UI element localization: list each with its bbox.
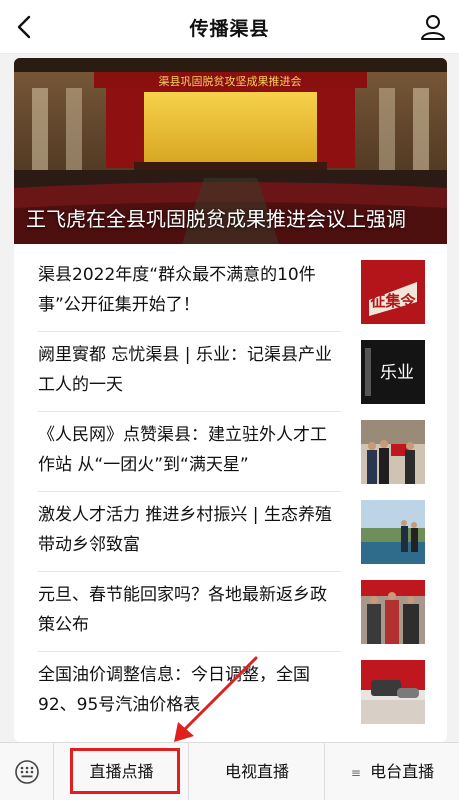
user-icon[interactable] [417,11,449,43]
tab-label: 电台直播 [370,762,435,781]
article-title: 激发人才活力 推进乡村振兴 | 生态养殖带动乡邻致富 [38,505,332,555]
page-title: 传播渠县 [189,18,270,40]
list-item[interactable]: 全国油价调整信息：今日调整，全国92、95号汽油价格表 [14,652,447,732]
article-thumbnail [361,660,425,724]
thumbnail-text: 乐业 [380,363,414,383]
article-title: 阙里賨都 忘忧渠县 | 乐业：记渠县产业工人的一天 [38,345,332,395]
hero-banner-text: 渠县巩固脱贫攻坚成果推进会 [159,74,302,88]
keyboard-toggle[interactable] [0,743,54,800]
article-thumbnail: 征集令 [361,260,425,324]
tab-radio-live[interactable]: ≡ 电台直播 [326,743,459,800]
article-title: 渠县2022年度“群众最不满意的10件事”公开征集开始了！ [38,265,316,315]
article-title: 全国油价调整信息：今日调整，全国92、95号汽油价格表 [38,665,310,715]
list-item[interactable]: 激发人才活力 推进乡村振兴 | 生态养殖带动乡邻致富 [14,492,447,572]
list-item[interactable]: 阙里賨都 忘忧渠县 | 乐业：记渠县产业工人的一天 乐业 [14,332,447,412]
thumbnail-text: 征集令 [370,292,416,310]
submenu-icon: ≡ [350,765,361,780]
hero-article[interactable]: 渠县巩固脱贫攻坚成果推进会 王飞虎在全县巩固脱贫成果推进会议上强调 [14,58,447,244]
news-card: 渠县巩固脱贫攻坚成果推进会 王飞虎在全县巩固脱贫成果推进会议上强调 渠县2022… [14,58,447,742]
list-item[interactable]: 渠县2022年度“群众最不满意的10件事”公开征集开始了！ 征集令 [14,252,447,332]
article-title: 《人民网》点赞渠县：建立驻外人才工作站 从“一团火”到“满天星” [38,425,327,475]
highlight-box [70,748,180,794]
tab-label: 电视直播 [224,762,289,781]
tab-tv-live[interactable]: 电视直播 [190,743,325,800]
content-area: 渠县巩固脱贫攻坚成果推进会 王飞虎在全县巩固脱贫成果推进会议上强调 渠县2022… [0,54,459,742]
article-thumbnail [361,500,425,564]
header: 传播渠县 [0,0,459,54]
article-thumbnail [361,580,425,644]
bottom-menu: 直播点播 电视直播 ≡ 电台直播 [0,742,459,800]
keyboard-icon [15,760,39,784]
article-thumbnail: 乐业 [361,340,425,404]
article-thumbnail [361,420,425,484]
list-item[interactable]: 《人民网》点赞渠县：建立驻外人才工作站 从“一团火”到“满天星” [14,412,447,492]
hero-title: 王飞虎在全县巩固脱贫成果推进会议上强调 [26,207,406,231]
article-title: 元旦、春节能回家吗？各地最新返乡政策公布 [38,585,327,635]
list-item[interactable]: 元旦、春节能回家吗？各地最新返乡政策公布 [14,572,447,652]
